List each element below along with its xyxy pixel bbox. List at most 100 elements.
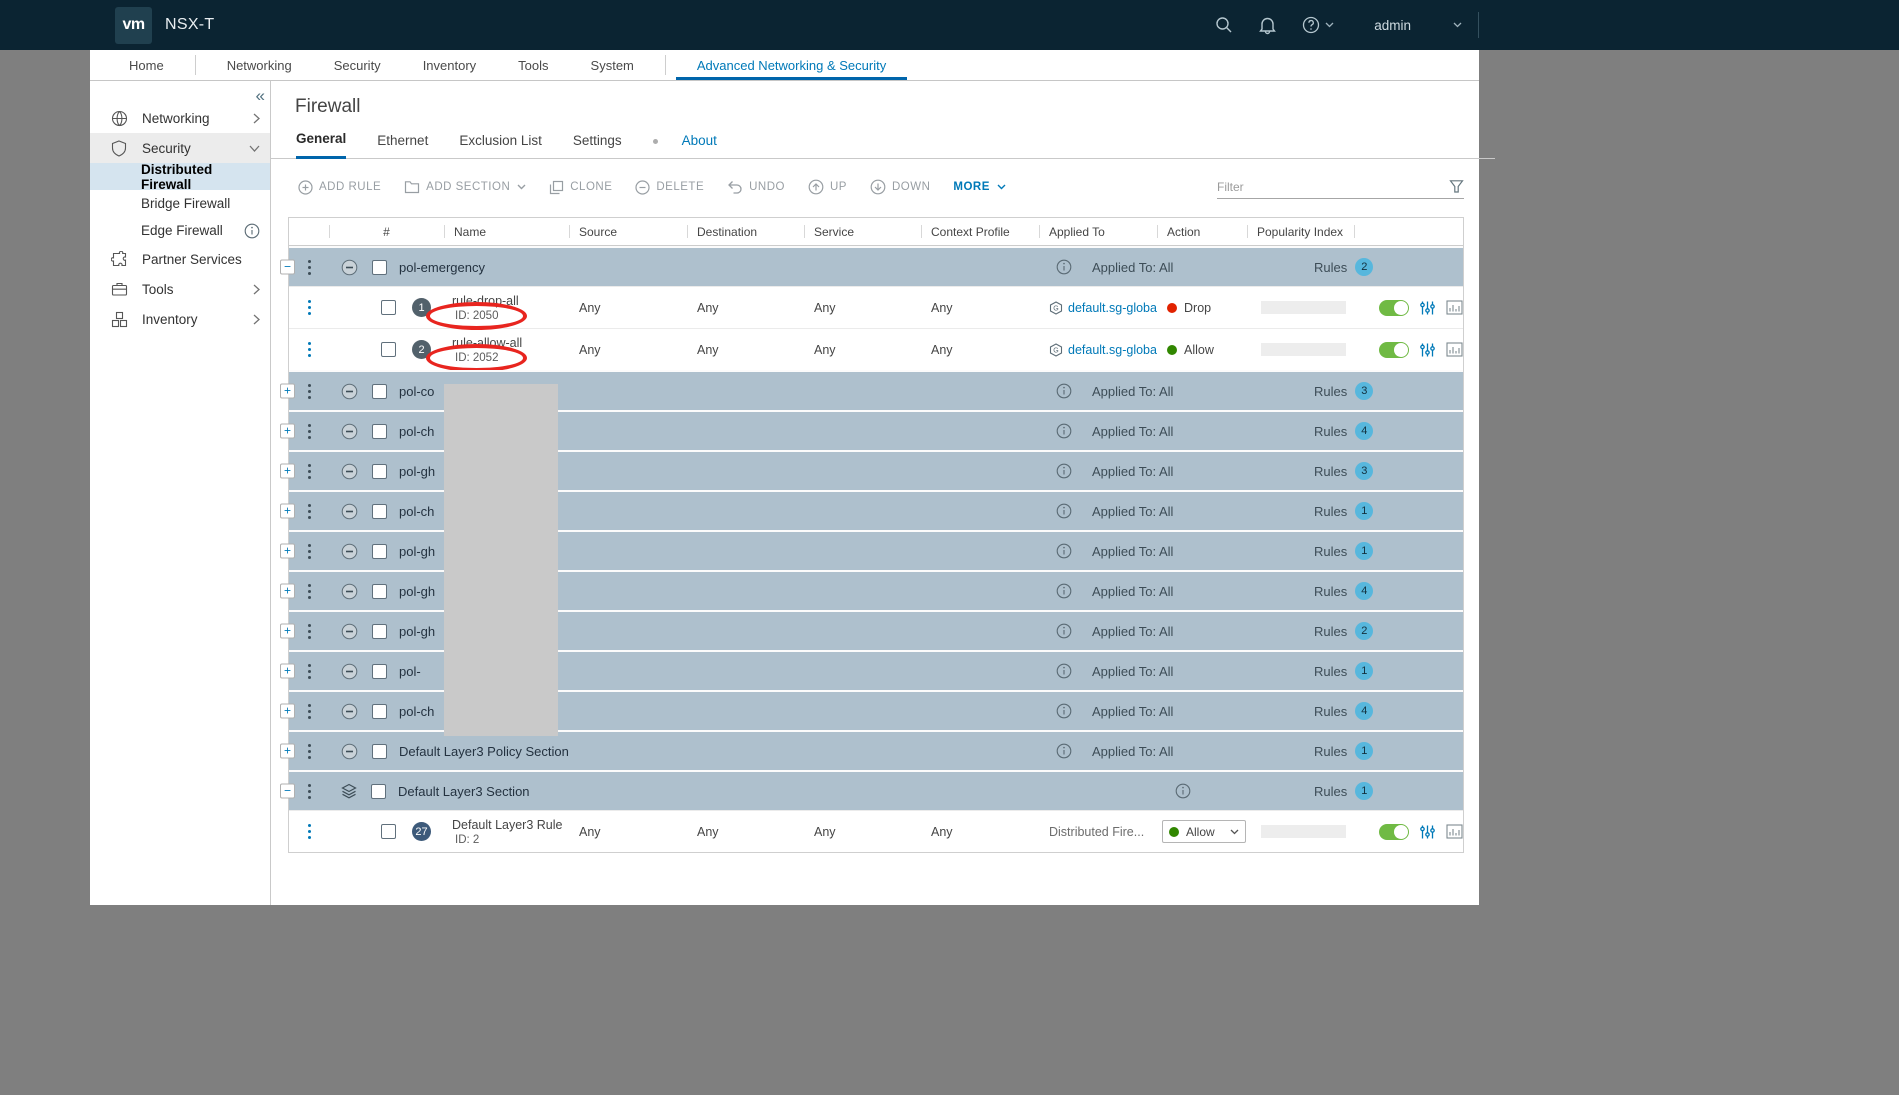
nav-tab-inventory[interactable]: Inventory xyxy=(402,50,497,80)
rule-settings-icon[interactable] xyxy=(1419,824,1436,840)
clone-button[interactable]: CLONE xyxy=(549,180,612,195)
sidebar-item-bridge-firewall[interactable]: Bridge Firewall xyxy=(90,190,270,217)
expand-section-button[interactable]: + xyxy=(280,504,295,519)
sidebar-item-edge-firewall[interactable]: Edge Firewall xyxy=(90,217,270,244)
nav-tab-networking[interactable]: Networking xyxy=(206,50,313,80)
rule-menu-kebab[interactable] xyxy=(289,287,329,328)
user-menu-caret-icon[interactable] xyxy=(1453,22,1462,28)
expand-section-button[interactable]: + xyxy=(280,384,295,399)
sidebar-item-tools[interactable]: Tools xyxy=(90,274,270,304)
toolbar-button-label: MORE xyxy=(953,181,990,193)
expand-section-button[interactable]: + xyxy=(280,624,295,639)
section-checkbox[interactable] xyxy=(371,784,386,799)
undo-button[interactable]: UNDO xyxy=(727,180,785,194)
applied-to-link[interactable]: Gdefault.sg-global... xyxy=(1049,301,1157,315)
rule-settings-icon[interactable] xyxy=(1419,342,1436,358)
section-checkbox[interactable] xyxy=(372,664,387,679)
rules-count-cell: Rules2 xyxy=(1264,622,1463,640)
rule-id-annotated: ID: 2052 xyxy=(452,352,501,364)
expand-section-button[interactable]: + xyxy=(280,424,295,439)
section-checkbox[interactable] xyxy=(372,584,387,599)
expand-section-button[interactable]: + xyxy=(280,744,295,759)
section-checkbox[interactable] xyxy=(372,704,387,719)
expand-section-button[interactable]: + xyxy=(280,464,295,479)
nav-tab-tools[interactable]: Tools xyxy=(497,50,569,80)
section-menu-kebab[interactable] xyxy=(289,510,329,513)
expand-section-button[interactable]: + xyxy=(280,664,295,679)
rule-stats-icon[interactable] xyxy=(1446,342,1463,357)
tab-ethernet[interactable]: Ethernet xyxy=(377,133,428,158)
user-menu[interactable]: admin xyxy=(1374,18,1411,33)
rule-checkbox[interactable] xyxy=(381,342,396,357)
sidebar-item-security[interactable]: Security xyxy=(90,133,270,163)
applied-to-link[interactable]: Gdefault.sg-global... xyxy=(1049,343,1157,357)
section-menu-kebab[interactable] xyxy=(289,710,329,713)
section-menu-kebab[interactable] xyxy=(289,470,329,473)
rule-name: rule-drop-all xyxy=(452,294,569,308)
section-checkbox[interactable] xyxy=(372,504,387,519)
section-menu-kebab[interactable] xyxy=(289,266,329,269)
section-menu-kebab[interactable] xyxy=(289,750,329,753)
sidebar-item-distributed-firewall[interactable]: Distributed Firewall xyxy=(90,163,270,190)
notifications-icon[interactable] xyxy=(1258,15,1277,35)
rule-stats-icon[interactable] xyxy=(1446,824,1463,839)
rule-enabled-toggle[interactable] xyxy=(1379,342,1409,358)
section-checkbox[interactable] xyxy=(372,424,387,439)
section-menu-kebab[interactable] xyxy=(289,430,329,433)
rule-enabled-toggle[interactable] xyxy=(1379,824,1409,840)
section-checkbox[interactable] xyxy=(372,624,387,639)
section-checkbox[interactable] xyxy=(372,744,387,759)
nav-tab-security[interactable]: Security xyxy=(313,50,402,80)
search-icon[interactable] xyxy=(1214,15,1234,35)
section-menu-kebab[interactable] xyxy=(289,390,329,393)
help-icon[interactable] xyxy=(1301,15,1334,35)
rule-menu-kebab[interactable] xyxy=(289,329,329,370)
section-checkbox[interactable] xyxy=(372,384,387,399)
section-checkbox[interactable] xyxy=(372,464,387,479)
action-dropdown[interactable]: Allow xyxy=(1162,820,1246,843)
section-menu-kebab[interactable] xyxy=(289,590,329,593)
info-icon[interactable] xyxy=(244,223,260,239)
sidebar-item-inventory[interactable]: Inventory xyxy=(90,304,270,334)
rule-checkbox[interactable] xyxy=(381,824,396,839)
rule-enabled-toggle[interactable] xyxy=(1379,300,1409,316)
filter-funnel-icon[interactable] xyxy=(1449,179,1464,194)
vmware-logo[interactable]: vm xyxy=(115,7,152,44)
nav-tab-system[interactable]: System xyxy=(570,50,655,80)
section-checkbox[interactable] xyxy=(372,544,387,559)
add-section-button[interactable]: ADD SECTION xyxy=(404,180,526,194)
section-menu-kebab[interactable] xyxy=(289,550,329,553)
collapse-section-button[interactable]: − xyxy=(280,260,295,275)
sidebar-collapse-icon[interactable]: « xyxy=(256,87,265,104)
filter-input[interactable] xyxy=(1217,180,1449,194)
section-checkbox[interactable] xyxy=(372,260,387,275)
section-menu-kebab[interactable] xyxy=(289,670,329,673)
sidebar-item-networking[interactable]: Networking xyxy=(90,103,270,133)
rule-checkbox[interactable] xyxy=(381,300,396,315)
add-rule-button[interactable]: ADD RULE xyxy=(298,180,381,195)
info-icon xyxy=(1056,543,1072,559)
collapse-section-button[interactable]: − xyxy=(280,784,295,799)
expand-section-button[interactable]: + xyxy=(280,584,295,599)
sidebar-item-partner-services[interactable]: Partner Services xyxy=(90,244,270,274)
nav-tab-home[interactable]: Home xyxy=(108,50,185,80)
rule-stats-icon[interactable] xyxy=(1446,300,1463,315)
rule-settings-icon[interactable] xyxy=(1419,300,1436,316)
tab-general[interactable]: General xyxy=(296,131,346,159)
up-button[interactable]: UP xyxy=(808,179,847,195)
tab-exclusion-list[interactable]: Exclusion List xyxy=(459,133,542,158)
tab-settings[interactable]: Settings xyxy=(573,133,622,158)
section-menu-kebab[interactable] xyxy=(289,790,329,793)
section-menu-kebab[interactable] xyxy=(289,630,329,633)
down-button[interactable]: DOWN xyxy=(870,179,930,195)
tab-about[interactable]: About xyxy=(682,133,717,158)
more-button[interactable]: MORE xyxy=(953,181,1006,193)
rule-menu-kebab[interactable] xyxy=(289,811,329,852)
page-tabs: General Ethernet Exclusion List Settings Abo… xyxy=(271,131,1495,159)
delete-button[interactable]: DELETE xyxy=(635,180,704,195)
expand-section-button[interactable]: + xyxy=(280,704,295,719)
nav-tab-advanced-networking-security[interactable]: Advanced Networking & Security xyxy=(676,50,907,80)
expand-section-button[interactable]: + xyxy=(280,544,295,559)
page-title: Firewall xyxy=(295,96,1495,118)
popularity-cell xyxy=(1247,329,1354,370)
